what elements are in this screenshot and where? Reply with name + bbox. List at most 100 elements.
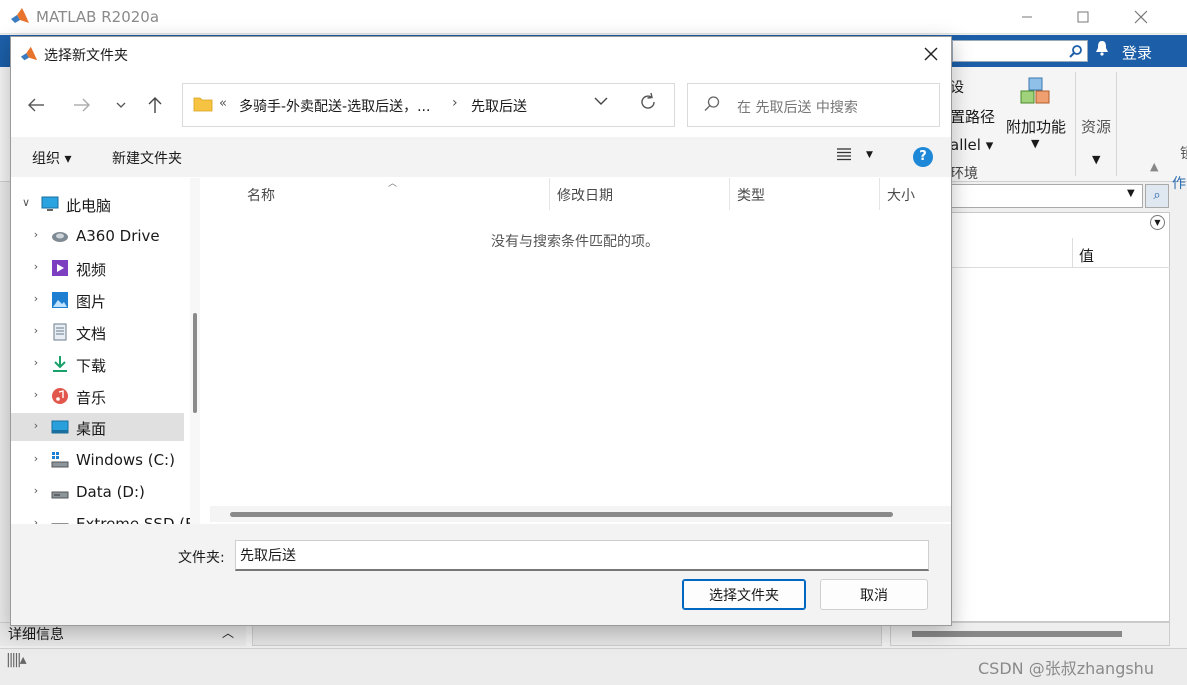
ribbon-item-set-path[interactable]: 置路径 — [950, 106, 995, 127]
recent-locations-button[interactable] — [109, 93, 133, 117]
column-divider[interactable] — [879, 178, 880, 210]
workspace-value-column-header[interactable]: 值 — [1079, 245, 1094, 266]
up-folder-button[interactable] — [143, 93, 167, 117]
matlab-window-title: MATLAB R2020a — [36, 8, 160, 26]
download-icon — [53, 356, 67, 372]
login-link[interactable]: 登录 — [1122, 42, 1152, 63]
column-divider[interactable] — [549, 178, 550, 210]
column-header-size[interactable]: 大小 — [887, 185, 915, 205]
tree-item-pictures[interactable]: › 图片 — [11, 286, 184, 314]
workspace-table-header — [950, 238, 1170, 268]
workspace-scrollbar-thumb[interactable] — [912, 631, 1122, 637]
address-segment-current[interactable]: 先取后送 — [471, 96, 527, 116]
drive-c-icon — [51, 452, 69, 468]
organize-menu-button[interactable]: 组织 ▾ — [32, 148, 71, 168]
arrow-up-icon — [148, 97, 162, 113]
resources-label[interactable]: 资源 — [1081, 116, 1111, 137]
back-button[interactable] — [24, 93, 48, 117]
column-header-name[interactable]: 名称 — [247, 185, 275, 205]
tree-item-a360-drive[interactable]: › A360 Drive — [11, 222, 184, 250]
column-divider[interactable] — [729, 178, 730, 210]
matlab-logo-icon — [20, 46, 38, 61]
status-grip-icon: |||||▴ — [6, 652, 27, 668]
address-overflow-chevron[interactable]: « — [219, 96, 227, 111]
chevron-down-icon — [594, 97, 608, 105]
maximize-button[interactable] — [1060, 2, 1106, 32]
file-list-scrollbar-thumb[interactable] — [230, 512, 893, 517]
ribbon-item-preferences[interactable]: 设 — [950, 77, 964, 97]
forward-button[interactable] — [70, 93, 94, 117]
workspace-panel — [950, 212, 1170, 622]
chevron-right-icon[interactable]: › — [29, 452, 43, 465]
help-icon[interactable]: ? — [913, 147, 933, 167]
chevron-right-icon[interactable]: › — [29, 324, 43, 337]
current-folder-path-input[interactable] — [950, 184, 1143, 208]
tree-item-downloads[interactable]: › 下载 — [11, 350, 184, 378]
chevron-down-icon[interactable]: ▼ — [1127, 188, 1135, 199]
minimize-button[interactable] — [1004, 2, 1050, 32]
panel-menu-icon[interactable]: ▼ — [1150, 215, 1165, 230]
chevron-right-icon[interactable]: › — [29, 516, 43, 524]
collapse-ribbon-icon[interactable]: ▲ — [1150, 160, 1158, 173]
refresh-button[interactable] — [638, 92, 658, 117]
address-separator-chevron[interactable]: › — [452, 95, 458, 111]
column-header-date-modified[interactable]: 修改日期 — [557, 185, 613, 205]
ribbon-section-environment: 环境 — [950, 166, 978, 182]
address-segment-parent[interactable]: 多骑手-外卖配送-选取后送，... — [239, 96, 430, 116]
column-divider[interactable] — [1072, 238, 1073, 268]
dialog-close-button[interactable] — [917, 40, 945, 68]
tree-item-extreme-ssd[interactable]: › Extreme SSD (F — [11, 510, 194, 524]
ribbon-side-link[interactable]: 作 — [1172, 173, 1186, 193]
computer-icon — [41, 196, 59, 211]
chevron-right-icon[interactable]: › — [29, 292, 43, 305]
music-icon — [52, 388, 68, 404]
external-drive-icon — [51, 523, 69, 524]
chevron-right-icon[interactable]: › — [29, 356, 43, 369]
file-list-pane — [206, 178, 951, 524]
search-icon[interactable] — [1066, 40, 1086, 62]
chevron-up-icon[interactable]: ︿ — [222, 624, 234, 641]
tree-item-this-pc[interactable]: ∨ 此电脑 — [11, 190, 184, 218]
notification-bell-icon[interactable] — [1092, 40, 1112, 62]
chevron-right-icon[interactable]: › — [29, 484, 43, 497]
caret-down-icon[interactable]: ▼ — [866, 150, 873, 160]
chevron-right-icon[interactable]: › — [29, 260, 43, 273]
tree-item-windows-c[interactable]: › Windows (C:) — [11, 446, 184, 474]
folder-name-input[interactable] — [235, 540, 929, 571]
column-header-type[interactable]: 类型 — [737, 185, 765, 205]
matlab-logo-icon — [11, 8, 29, 23]
chevron-down-icon[interactable]: ▼ — [1092, 153, 1100, 166]
search-icon — [704, 96, 720, 111]
close-icon — [1134, 10, 1148, 24]
view-options-button[interactable] — [836, 146, 852, 165]
tree-item-videos[interactable]: › 视频 — [11, 254, 184, 282]
new-folder-button[interactable]: 新建文件夹 — [112, 148, 182, 168]
close-icon — [924, 47, 938, 61]
navigation-pane: ∨ 此电脑 › A360 Drive › 视频 › 图片 › 文档 › 下载 ›… — [11, 178, 200, 524]
address-history-dropdown[interactable] — [594, 95, 608, 110]
navigation-scrollbar-thumb[interactable] — [193, 313, 197, 413]
addons-label[interactable]: 附加功能 — [1006, 116, 1066, 137]
browse-folder-button[interactable]: ⌕ — [1145, 184, 1169, 208]
ribbon-divider — [1075, 72, 1076, 176]
chevron-down-icon[interactable]: ▼ — [1031, 137, 1039, 150]
cancel-button[interactable]: 取消 — [820, 579, 928, 610]
tree-item-desktop[interactable]: › 桌面 — [11, 413, 184, 441]
search-placeholder[interactable]: 在 先取后送 中搜索 — [737, 97, 858, 117]
chevron-right-icon[interactable]: › — [29, 228, 43, 241]
window-close-button[interactable] — [1118, 2, 1164, 32]
select-folder-button[interactable]: 选择文件夹 — [682, 579, 806, 610]
tree-item-label: 图片 — [76, 293, 107, 311]
chevron-down-icon[interactable]: ∨ — [19, 196, 33, 209]
tree-item-label: 音乐 — [76, 389, 107, 407]
tree-item-data-d[interactable]: › Data (D:) — [11, 478, 184, 506]
tree-item-music[interactable]: › 音乐 — [11, 382, 184, 410]
chevron-right-icon[interactable]: › — [29, 388, 43, 401]
addons-cubes-icon[interactable] — [1019, 76, 1053, 110]
chevron-right-icon[interactable]: › — [29, 419, 43, 432]
ribbon-item-parallel[interactable]: allel ▾ — [950, 136, 993, 154]
tree-item-label: 此电脑 — [66, 197, 112, 215]
tree-item-documents[interactable]: › 文档 — [11, 318, 184, 346]
details-label[interactable]: 详细信息 — [8, 624, 64, 644]
desktop-icon — [51, 420, 69, 434]
